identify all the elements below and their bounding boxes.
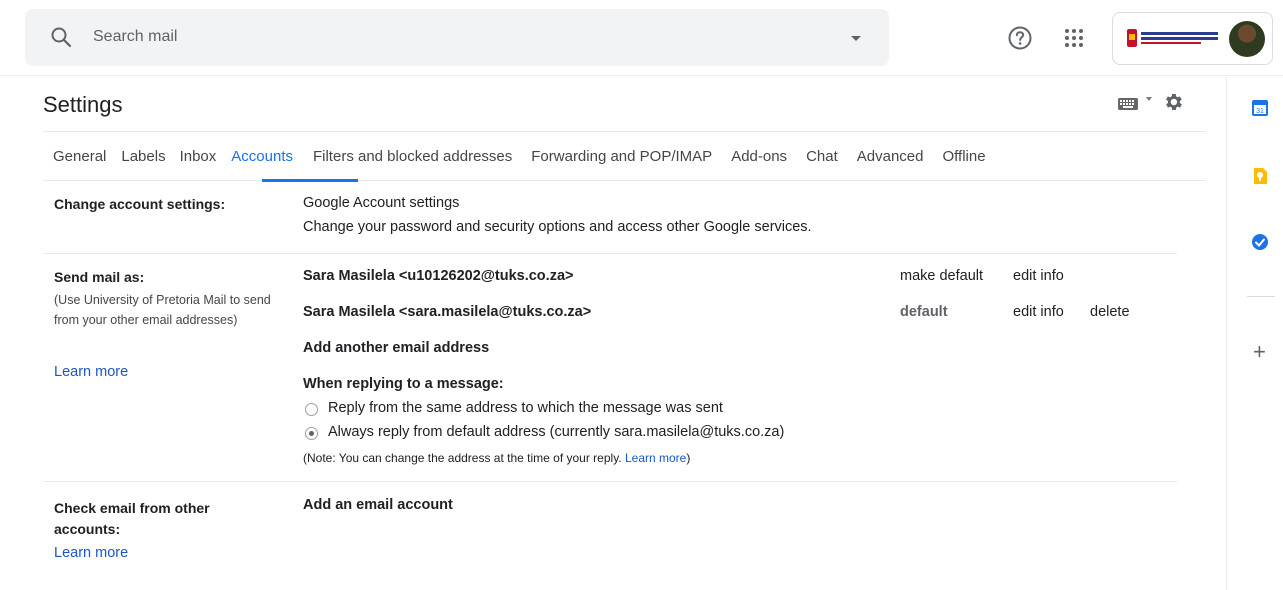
section-divider: [43, 481, 1177, 482]
reply-default-address-radio[interactable]: [305, 427, 318, 440]
keyboard-icon[interactable]: [1118, 98, 1138, 110]
reply-note-end: ): [686, 451, 691, 465]
side-panel-separator: [1247, 296, 1275, 297]
check-email-label: Check email from other accounts:: [54, 500, 210, 537]
keep-icon[interactable]: [1251, 167, 1269, 185]
google-account-settings-link[interactable]: Google Account settings: [303, 195, 459, 211]
section-divider: [43, 253, 1177, 254]
university-logo: [1127, 29, 1218, 47]
page-title: Settings: [43, 92, 123, 117]
search-bar[interactable]: Search mail: [25, 9, 889, 66]
send-mail-learn-more-link[interactable]: Learn more: [54, 364, 128, 380]
send-mail-label: Send mail as:: [54, 269, 145, 285]
tab-offline[interactable]: Offline: [942, 146, 985, 182]
tab-accounts[interactable]: Accounts: [231, 146, 293, 182]
gear-icon[interactable]: [1162, 91, 1184, 113]
change-account-description: Change your password and security option…: [303, 219, 812, 235]
tab-labels[interactable]: Labels: [121, 146, 165, 182]
search-icon[interactable]: [49, 25, 73, 49]
tab-advanced[interactable]: Advanced: [857, 146, 924, 182]
input-tools-chevron-down-icon[interactable]: [1146, 97, 1152, 101]
title-divider: [43, 131, 1206, 132]
reply-same-address-radio[interactable]: [305, 403, 318, 416]
search-options-chevron-icon[interactable]: [851, 36, 861, 41]
add-email-account-link[interactable]: Add an email account: [303, 497, 453, 513]
edit-info-link-2[interactable]: edit info: [1013, 304, 1064, 320]
account-switcher[interactable]: [1112, 12, 1273, 65]
tasks-icon[interactable]: [1251, 233, 1269, 251]
tab-addons[interactable]: Add-ons: [731, 146, 787, 182]
add-addons-plus-icon[interactable]: +: [1253, 341, 1266, 363]
help-icon[interactable]: [1007, 25, 1033, 51]
top-bar: Search mail: [0, 0, 1283, 76]
edit-info-link-1[interactable]: edit info: [1013, 268, 1064, 284]
tab-chat[interactable]: Chat: [806, 146, 838, 182]
reply-note-learn-more-link[interactable]: Learn more: [625, 451, 686, 465]
send-as-address-1: Sara Masilela <u10126202@tuks.co.za>: [303, 268, 574, 284]
search-input[interactable]: Search mail: [93, 28, 177, 46]
svg-text:31: 31: [1256, 108, 1264, 115]
send-mail-note: (Use University of Pretoria Mail to send…: [54, 293, 271, 327]
delete-address-link[interactable]: delete: [1090, 304, 1130, 320]
active-tab-indicator: [262, 179, 358, 182]
tab-general[interactable]: General: [53, 146, 106, 182]
reply-default-address-label[interactable]: Always reply from default address (curre…: [328, 424, 784, 440]
default-status-label: default: [900, 304, 948, 320]
settings-tabs: General Labels Inbox Accounts Filters an…: [53, 146, 986, 182]
header-divider: [0, 75, 1283, 76]
reply-same-address-label[interactable]: Reply from the same address to which the…: [328, 400, 723, 416]
apps-grid-icon[interactable]: [1062, 26, 1086, 50]
side-panel-divider: [1226, 76, 1227, 590]
tabs-divider: [43, 180, 1206, 181]
calendar-icon[interactable]: 31: [1251, 99, 1269, 117]
avatar[interactable]: [1229, 21, 1265, 57]
tab-inbox[interactable]: Inbox: [180, 146, 217, 182]
tab-filters[interactable]: Filters and blocked addresses: [313, 146, 512, 182]
check-email-learn-more-link[interactable]: Learn more: [54, 545, 128, 561]
reply-heading: When replying to a message:: [303, 376, 504, 392]
reply-note-text: (Note: You can change the address at the…: [303, 451, 625, 465]
add-another-email-link[interactable]: Add another email address: [303, 340, 489, 356]
make-default-link[interactable]: make default: [900, 268, 983, 284]
tab-forwarding[interactable]: Forwarding and POP/IMAP: [531, 146, 712, 182]
send-as-address-2: Sara Masilela <sara.masilela@tuks.co.za>: [303, 304, 592, 320]
reply-note: (Note: You can change the address at the…: [303, 451, 690, 465]
change-account-label: Change account settings:: [54, 196, 226, 212]
